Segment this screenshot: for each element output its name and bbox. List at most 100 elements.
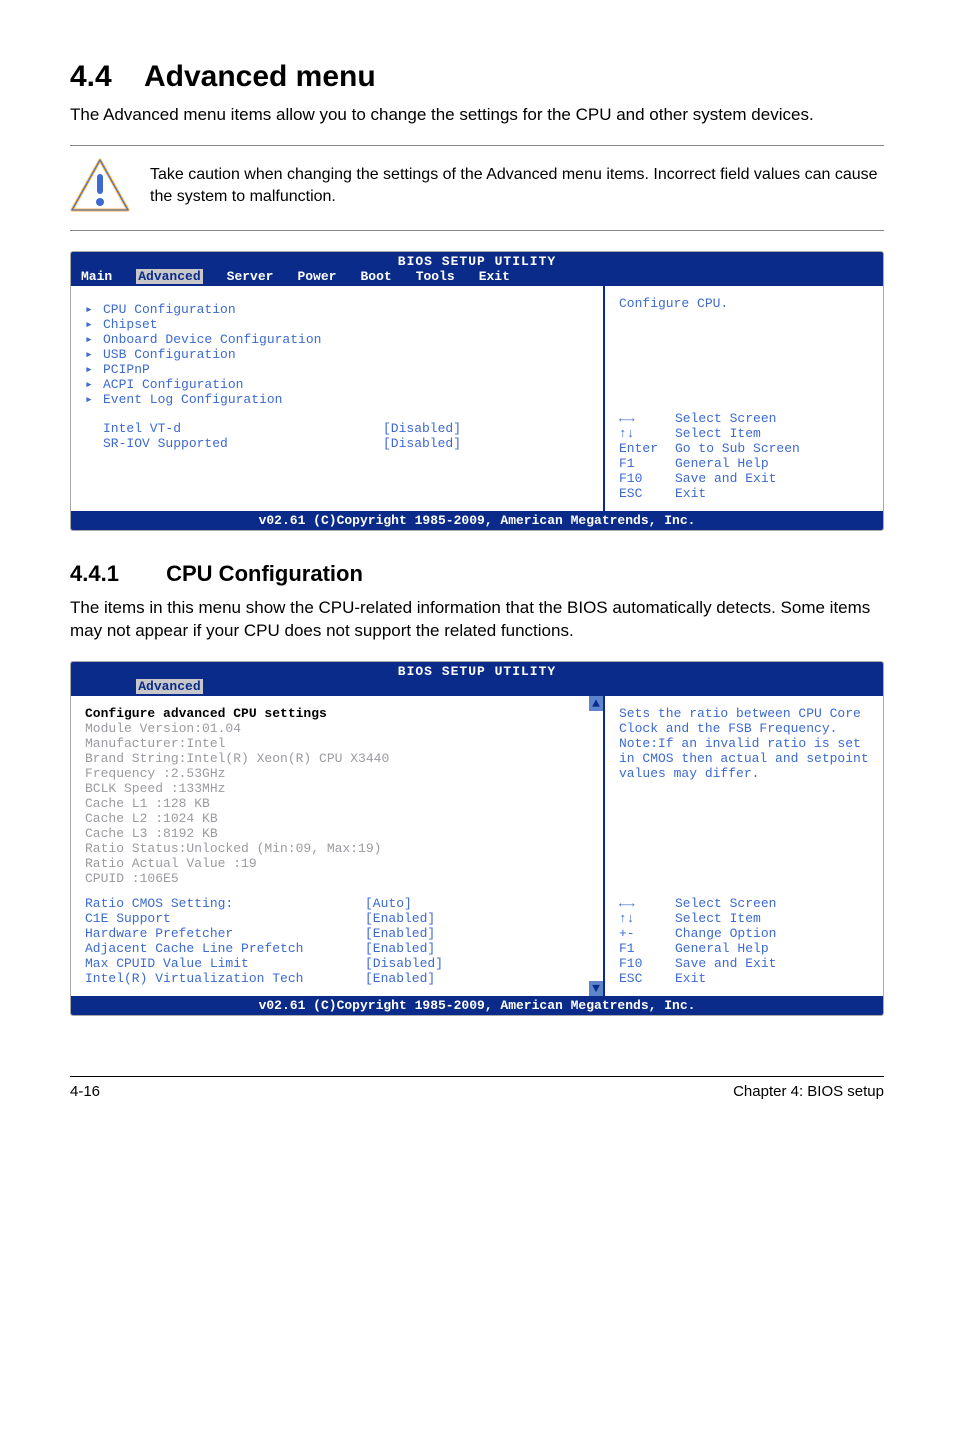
cpu-info-line: CPUID :106E5	[85, 871, 579, 886]
cpu-info-line: Manufacturer:Intel	[85, 736, 579, 751]
setting-label: Ratio CMOS Setting:	[85, 896, 365, 911]
setting-label: Max CPUID Value Limit	[85, 956, 365, 971]
bios-footer: v02.61 (C)Copyright 1985-2009, American …	[71, 996, 883, 1015]
setting-value: [Enabled]	[365, 971, 435, 986]
page-footer: 4-16 Chapter 4: BIOS setup	[70, 1076, 884, 1100]
key-desc: Save and Exit	[675, 956, 776, 971]
tab-tools[interactable]: Tools	[416, 269, 455, 284]
cpu-info-line: Ratio Actual Value :19	[85, 856, 579, 871]
submenu-arrow-icon: ▸	[85, 332, 103, 347]
bios-help-text: Configure CPU.	[619, 296, 869, 311]
key: F10	[619, 956, 675, 971]
setting-label: C1E Support	[85, 911, 365, 926]
cpu-info-line: Cache L2 :1024 KB	[85, 811, 579, 826]
menu-item-usb-config[interactable]: ▸USB Configuration	[85, 347, 589, 362]
section-title: 4.4 Advanced menu	[70, 60, 884, 94]
setting-value: [Disabled]	[365, 956, 443, 971]
key-desc: Exit	[675, 486, 706, 501]
bios-key-legend: ←→Select Screen ↑↓Select Item +-Change O…	[619, 896, 869, 986]
key-desc: Change Option	[675, 926, 776, 941]
key: +-	[619, 926, 675, 941]
submenu-arrow-icon: ▸	[85, 392, 103, 407]
key-desc: Exit	[675, 971, 706, 986]
menu-item-acpi[interactable]: ▸ACPI Configuration	[85, 377, 589, 392]
bios-advanced-menu: BIOS SETUP UTILITY Main Advanced Server …	[70, 251, 884, 531]
setting-max-cpuid[interactable]: Max CPUID Value Limit[Disabled]	[85, 956, 579, 971]
bios-tabs: Main Advanced	[81, 679, 873, 694]
subsection-intro: The items in this menu show the CPU-rela…	[70, 597, 884, 643]
subsection-name: CPU Configuration	[166, 561, 363, 586]
bios-cpu-config: BIOS SETUP UTILITY Main Advanced ▲ Confi…	[70, 661, 884, 1016]
tab-power[interactable]: Power	[297, 269, 336, 284]
key: ↑↓	[619, 911, 675, 926]
section-name: Advanced menu	[144, 60, 376, 93]
key: ESC	[619, 486, 675, 501]
setting-hw-prefetcher[interactable]: Hardware Prefetcher[Enabled]	[85, 926, 579, 941]
caution-text: Take caution when changing the settings …	[150, 164, 884, 207]
key-desc: General Help	[675, 941, 769, 956]
key: F10	[619, 471, 675, 486]
key-desc: Go to Sub Screen	[675, 441, 800, 456]
setting-adjacent-cache[interactable]: Adjacent Cache Line Prefetch[Enabled]	[85, 941, 579, 956]
tab-main[interactable]: Main	[81, 269, 112, 284]
setting-sr-iov[interactable]: SR-IOV Supported[Disabled]	[85, 436, 589, 451]
caution-block: Take caution when changing the settings …	[70, 145, 884, 231]
tab-server[interactable]: Server	[227, 269, 274, 284]
bios-key-legend: ←→Select Screen ↑↓Select Item EnterGo to…	[619, 411, 869, 501]
key: ←→	[619, 896, 675, 911]
setting-c1e[interactable]: C1E Support[Enabled]	[85, 911, 579, 926]
menu-item-cpu-config[interactable]: ▸CPU Configuration	[85, 302, 589, 317]
key: ESC	[619, 971, 675, 986]
scroll-up-icon[interactable]: ▲	[589, 696, 603, 711]
menu-item-onboard-device[interactable]: ▸Onboard Device Configuration	[85, 332, 589, 347]
section-intro: The Advanced menu items allow you to cha…	[70, 104, 884, 127]
scroll-down-icon[interactable]: ▼	[589, 981, 603, 996]
menu-label: Chipset	[103, 317, 158, 332]
setting-label: Adjacent Cache Line Prefetch	[85, 941, 365, 956]
setting-label: Intel(R) Virtualization Tech	[85, 971, 365, 986]
cpu-info-line: Cache L3 :8192 KB	[85, 826, 579, 841]
bios-title: BIOS SETUP UTILITY	[81, 664, 873, 679]
key-desc: Save and Exit	[675, 471, 776, 486]
cpu-info-line: Cache L1 :128 KB	[85, 796, 579, 811]
menu-item-pcipnp[interactable]: ▸PCIPnP	[85, 362, 589, 377]
setting-ratio-cmos[interactable]: Ratio CMOS Setting:[Auto]	[85, 896, 579, 911]
menu-label: CPU Configuration	[103, 302, 236, 317]
page-number: 4-16	[70, 1083, 100, 1100]
cpu-info-line: BCLK Speed :133MHz	[85, 781, 579, 796]
setting-value: [Enabled]	[365, 926, 435, 941]
tab-exit[interactable]: Exit	[479, 269, 510, 284]
setting-label: SR-IOV Supported	[103, 436, 383, 451]
tab-boot[interactable]: Boot	[360, 269, 391, 284]
setting-value: [Enabled]	[365, 911, 435, 926]
submenu-arrow-icon: ▸	[85, 302, 103, 317]
key: ←→	[619, 411, 675, 426]
setting-intel-vtd[interactable]: Intel VT-d[Disabled]	[85, 421, 589, 436]
key: ↑↓	[619, 426, 675, 441]
chapter-label: Chapter 4: BIOS setup	[733, 1083, 884, 1100]
setting-virtualization[interactable]: Intel(R) Virtualization Tech[Enabled]	[85, 971, 579, 986]
menu-label: Event Log Configuration	[103, 392, 282, 407]
setting-label: Intel VT-d	[103, 421, 383, 436]
menu-item-chipset[interactable]: ▸Chipset	[85, 317, 589, 332]
setting-label: Hardware Prefetcher	[85, 926, 365, 941]
menu-label: USB Configuration	[103, 347, 236, 362]
key-desc: Select Item	[675, 426, 761, 441]
key: F1	[619, 456, 675, 471]
bios-footer: v02.61 (C)Copyright 1985-2009, American …	[71, 511, 883, 530]
setting-value: [Enabled]	[365, 941, 435, 956]
key-desc: Select Screen	[675, 896, 776, 911]
key-desc: General Help	[675, 456, 769, 471]
section-number: 4.4	[70, 60, 112, 93]
cpu-info-line: Ratio Status:Unlocked (Min:09, Max:19)	[85, 841, 579, 856]
setting-value: [Disabled]	[383, 436, 461, 451]
tab-advanced[interactable]: Advanced	[136, 679, 202, 694]
submenu-arrow-icon: ▸	[85, 362, 103, 377]
bios-help-text: Sets the ratio between CPU Core Clock an…	[619, 706, 869, 781]
bios-panel-heading: Configure advanced CPU settings	[85, 706, 579, 721]
menu-item-event-log[interactable]: ▸Event Log Configuration	[85, 392, 589, 407]
submenu-arrow-icon: ▸	[85, 317, 103, 332]
submenu-arrow-icon: ▸	[85, 377, 103, 392]
menu-label: ACPI Configuration	[103, 377, 243, 392]
tab-advanced[interactable]: Advanced	[136, 269, 202, 284]
